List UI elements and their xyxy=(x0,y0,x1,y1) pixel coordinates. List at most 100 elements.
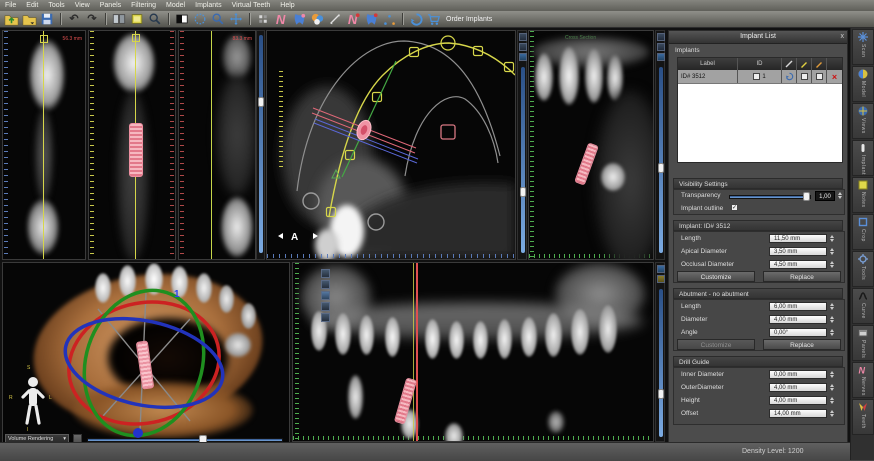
pano-tool-button[interactable] xyxy=(321,280,330,289)
tab-model[interactable]: Model xyxy=(852,66,874,102)
implant-list-body[interactable] xyxy=(678,84,842,162)
abutment-diameter-input[interactable]: 4,00 mm xyxy=(769,315,827,324)
viewport-cross-section-main[interactable]: Cross Section xyxy=(528,30,654,260)
menu-tools[interactable]: Tools xyxy=(48,2,64,9)
spinner[interactable] xyxy=(829,370,835,379)
spinner[interactable] xyxy=(829,383,835,392)
implant-label-cell[interactable]: ID# 3512 xyxy=(678,70,738,83)
undo-icon[interactable]: ↶ xyxy=(66,12,82,27)
implant-id-cell[interactable]: 1 xyxy=(738,70,782,83)
viewport-axial[interactable]: A xyxy=(266,30,516,260)
transparency-value[interactable]: 1,00 xyxy=(815,191,835,201)
scrollbar-track[interactable] xyxy=(521,67,525,253)
tab-implant[interactable]: Implant xyxy=(852,140,874,176)
column-header-label[interactable]: Label xyxy=(678,58,738,70)
viewport-cross-section-1[interactable]: 56.3 mm xyxy=(2,30,86,260)
nerve-edit-icon[interactable]: N xyxy=(345,12,361,27)
spinner[interactable] xyxy=(829,260,835,269)
menu-panels[interactable]: Panels xyxy=(100,2,121,9)
slice-step-button[interactable] xyxy=(657,275,665,283)
implant-outline-checkbox[interactable]: ✓ xyxy=(731,204,738,211)
abutment-angle-input[interactable]: 0,00° xyxy=(769,328,827,337)
window-icon[interactable] xyxy=(129,12,145,27)
pano-tool-button[interactable] xyxy=(321,313,330,322)
column-header-probe-icon[interactable] xyxy=(782,58,797,70)
reset-view-icon[interactable] xyxy=(408,12,424,27)
slice-handle[interactable] xyxy=(132,34,140,42)
select-region-icon[interactable] xyxy=(192,12,208,27)
abutment-customize-button[interactable]: Customize xyxy=(677,339,755,350)
tab-scan[interactable]: Scan xyxy=(852,29,874,65)
angle-measure-icon[interactable] xyxy=(381,12,397,27)
replace-button[interactable]: Replace xyxy=(763,271,841,282)
tab-nerves[interactable]: NNerves xyxy=(852,362,874,398)
spinner[interactable] xyxy=(829,396,835,405)
slice-play-button[interactable] xyxy=(657,53,665,61)
viewport-3d-volume[interactable]: 1 S R L I Volume Rendering▾ xyxy=(2,262,290,448)
color-model-icon[interactable] xyxy=(309,12,325,27)
slice-step-button[interactable] xyxy=(657,43,665,51)
slice-indicator-line[interactable] xyxy=(211,31,212,259)
length-input[interactable]: 11,50 mm xyxy=(769,234,827,243)
checkbox[interactable] xyxy=(816,73,823,80)
scrollbar-track[interactable] xyxy=(259,35,263,253)
virtual-tooth-marker[interactable] xyxy=(441,125,455,139)
implant-visible-cell[interactable] xyxy=(797,70,812,83)
pano-tool-button[interactable] xyxy=(321,291,330,300)
implant-table-row[interactable]: ID# 3512 1 × xyxy=(678,70,842,84)
slice-step-button[interactable] xyxy=(657,33,665,41)
slice-scrollbar[interactable] xyxy=(256,30,265,260)
import-icon[interactable] xyxy=(3,12,19,27)
pano-tool-button[interactable] xyxy=(321,302,330,311)
height-input[interactable]: 4,00 mm xyxy=(769,396,827,405)
spinner[interactable] xyxy=(829,302,835,311)
checkbox[interactable] xyxy=(753,73,760,80)
spinner[interactable] xyxy=(829,328,835,337)
tab-panels[interactable]: Panels xyxy=(852,325,874,361)
nerve-draw-icon[interactable]: N xyxy=(273,12,289,27)
scrollbar-track[interactable] xyxy=(659,67,663,253)
inner-diameter-input[interactable]: 0,00 mm xyxy=(769,370,827,379)
viewport-panoramic[interactable] xyxy=(292,262,654,442)
pano-tool-button[interactable] xyxy=(321,269,330,278)
slice-step-button[interactable] xyxy=(657,265,665,273)
occlusal-diameter-input[interactable]: 4,50 mm xyxy=(769,260,827,269)
scrollbar-thumb[interactable] xyxy=(658,389,664,399)
grid-icon[interactable] xyxy=(255,12,271,27)
tooth-place-icon[interactable] xyxy=(291,12,307,27)
save-icon[interactable] xyxy=(39,12,55,27)
tab-teeth[interactable]: Teeth xyxy=(852,399,874,435)
offset-input[interactable]: 14,00 mm xyxy=(769,409,827,418)
zoom-icon[interactable] xyxy=(147,12,163,27)
menu-view[interactable]: View xyxy=(75,2,90,9)
outer-diameter-input[interactable]: 4,00 mm xyxy=(769,383,827,392)
tab-views[interactable]: Views xyxy=(852,103,874,139)
column-header-id[interactable]: ID xyxy=(738,58,782,70)
order-implants-button[interactable]: Order Implants xyxy=(446,16,492,23)
viewport-cross-section-2[interactable] xyxy=(88,30,176,260)
scrollbar-thumb[interactable] xyxy=(258,97,264,107)
transparency-spinner[interactable] xyxy=(837,191,843,200)
slice-step-button[interactable] xyxy=(519,43,527,51)
spinner[interactable] xyxy=(829,409,835,418)
order-implants-cart-icon[interactable] xyxy=(426,12,442,27)
implant-shape[interactable] xyxy=(129,123,143,177)
redo-icon[interactable]: ↷ xyxy=(84,12,100,27)
spinner[interactable] xyxy=(829,247,835,256)
menu-filtering[interactable]: Filtering xyxy=(131,2,156,9)
menu-model[interactable]: Model xyxy=(166,2,185,9)
pan-icon[interactable] xyxy=(228,12,244,27)
menu-file[interactable]: File xyxy=(5,2,16,9)
gizmo-handle-sphere[interactable] xyxy=(133,428,143,438)
menu-edit[interactable]: Edit xyxy=(26,2,38,9)
close-icon[interactable]: x xyxy=(841,31,845,43)
tab-curve[interactable]: Curve xyxy=(852,288,874,324)
measure-line-icon[interactable] xyxy=(327,12,343,27)
abutment-length-input[interactable]: 6,00 mm xyxy=(769,302,827,311)
contrast-icon[interactable] xyxy=(174,12,190,27)
menu-virtual-teeth[interactable]: Virtual Teeth xyxy=(232,2,271,9)
tab-tools[interactable]: Tools xyxy=(852,251,874,287)
viewport-cross-section-3[interactable]: 83.3 mm xyxy=(178,30,256,260)
menu-help[interactable]: Help xyxy=(280,2,294,9)
tab-crop[interactable]: Crop xyxy=(852,214,874,250)
